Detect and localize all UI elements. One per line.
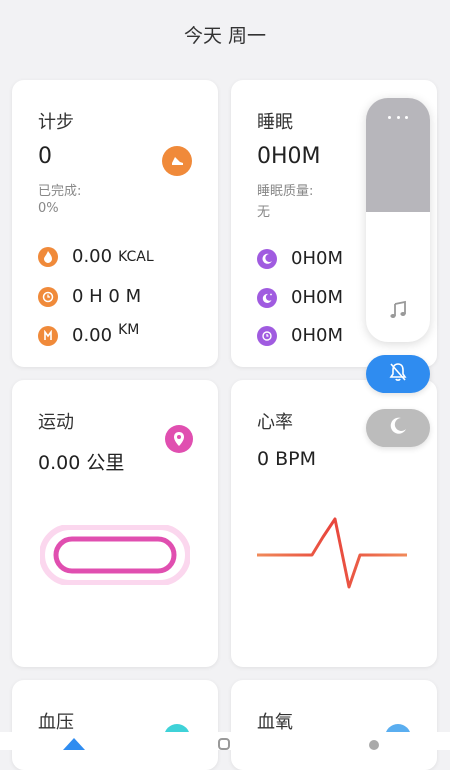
- profile-tab-icon[interactable]: [369, 740, 379, 750]
- sleep-total-row: 0H0M: [257, 248, 343, 269]
- sleep-quality-value: 无: [257, 205, 271, 220]
- exercise-value: 0.00 公里: [38, 452, 125, 474]
- do-not-disturb-toggle[interactable]: [366, 409, 430, 447]
- track-icon: [39, 524, 191, 586]
- steps-kcal-row: 0.00 KCAL: [38, 246, 154, 267]
- steps-distance-row: 0.00 KM: [38, 321, 140, 346]
- home-tab-icon[interactable]: [63, 738, 85, 750]
- moon-dnd-icon: [388, 416, 408, 440]
- volume-panel[interactable]: [366, 98, 430, 342]
- sleep-light-row: 0H0M: [257, 325, 343, 346]
- steps-completed-label: 已完成:: [38, 184, 82, 199]
- moon-icon: [257, 248, 277, 269]
- exercise-title: 运动: [38, 412, 74, 433]
- heartbeat-icon: [257, 515, 412, 590]
- bell-off-icon: [389, 362, 407, 386]
- steps-title: 计步: [38, 112, 74, 133]
- steps-kcal-value: 0.00: [72, 246, 113, 267]
- steps-completed-value: 0%: [38, 201, 59, 216]
- clock-icon: [38, 286, 58, 307]
- moon-stars-icon: [257, 287, 277, 308]
- steps-card[interactable]: 计步 0 已完成: 0% 0.00 KCAL 0 H 0 M 0.00 KM: [12, 80, 218, 367]
- steps-time-row: 0 H 0 M: [38, 286, 141, 307]
- mute-toggle[interactable]: [366, 355, 430, 393]
- sleep-quality-label: 睡眠质量:: [257, 184, 314, 199]
- more-icon[interactable]: [388, 116, 408, 122]
- steps-kcal-unit: KCAL: [118, 248, 154, 265]
- page-title: 今天 周一: [183, 24, 267, 47]
- exercise-card[interactable]: 运动 0.00 公里: [12, 380, 218, 667]
- shoe-icon: [162, 146, 192, 176]
- music-note-icon: [388, 300, 408, 324]
- steps-time-value: 0 H 0 M: [72, 286, 142, 307]
- blood-oxygen-title: 血氧: [257, 712, 293, 733]
- flame-icon: [38, 246, 58, 267]
- blood-pressure-title: 血压: [38, 712, 74, 733]
- heart-rate-title: 心率: [257, 412, 293, 433]
- distance-icon: [38, 325, 58, 346]
- sleep-deep-row: 0H0M: [257, 287, 343, 308]
- device-tab-icon[interactable]: [218, 738, 230, 750]
- location-pin-icon: [165, 425, 193, 453]
- bottom-navigation: [0, 732, 450, 750]
- steps-value: 0: [38, 144, 52, 169]
- blood-oxygen-card[interactable]: 血氧: [231, 680, 437, 770]
- steps-distance-unit: KM: [118, 321, 140, 338]
- blood-pressure-card[interactable]: 血压: [12, 680, 218, 770]
- sleep-value: 0H0M: [257, 144, 321, 169]
- moon-clock-icon: [257, 325, 277, 346]
- sleep-deep-value: 0H0M: [291, 287, 343, 308]
- sleep-title: 睡眠: [257, 112, 293, 133]
- heart-rate-value: 0 BPM: [257, 448, 317, 470]
- steps-distance-value: 0.00: [72, 325, 113, 346]
- sleep-light-value: 0H0M: [291, 325, 343, 346]
- sleep-total-value: 0H0M: [291, 248, 343, 269]
